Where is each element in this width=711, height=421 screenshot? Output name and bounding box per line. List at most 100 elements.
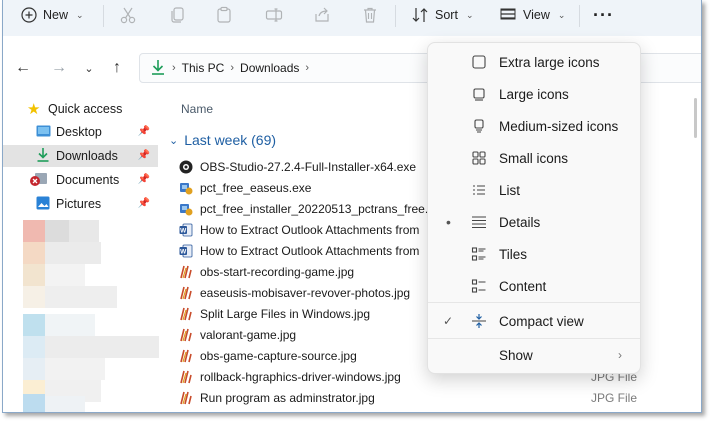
menu-item-extra-large-icons[interactable]: Extra large icons — [428, 46, 640, 78]
file-row[interactable]: W How to Extract Outlook Attachments from — [179, 219, 419, 240]
menu-item-tiles[interactable]: Tiles — [428, 238, 640, 270]
menu-item-label: Medium-sized icons — [499, 118, 619, 134]
large-icons-icon — [470, 85, 488, 103]
see-more-button[interactable]: ··· — [593, 0, 614, 30]
file-name: easeusis-mobisaver-revover-photos.jpg — [200, 285, 411, 300]
file-name: obs-game-capture-source.jpg — [200, 348, 357, 363]
view-lines-icon — [499, 6, 517, 24]
sort-button[interactable]: Sort ⌄ — [411, 0, 473, 30]
breadcrumb-chevron-icon: › — [172, 62, 176, 74]
sidebar-item-desktop[interactable]: Desktop 📌 — [3, 121, 158, 143]
sidebar-item-documents[interactable]: Documents 📌 — [3, 169, 158, 191]
menu-item-label: Extra large icons — [499, 54, 600, 70]
svg-text:W: W — [180, 248, 187, 255]
image-icon — [179, 349, 193, 363]
up-button[interactable]: ↑ — [107, 58, 127, 78]
view-button-label: View — [523, 8, 550, 22]
sidebar-item-label: Pictures — [56, 197, 102, 211]
breadcrumb-chevron-icon: › — [305, 62, 310, 74]
sidebar-item-downloads[interactable]: Downloads 📌 — [3, 145, 158, 167]
rename-icon — [265, 6, 283, 24]
share-icon — [313, 6, 331, 24]
file-row[interactable]: Split Large Files in Windows.jpg — [179, 303, 370, 324]
share-button[interactable] — [313, 0, 331, 30]
menu-item-list[interactable]: List — [428, 174, 640, 206]
copy-button[interactable] — [169, 0, 187, 30]
plus-circle-icon — [21, 7, 37, 23]
file-row[interactable]: easeusis-mobisaver-revover-photos.jpg — [179, 282, 410, 303]
column-header-name[interactable]: Name — [181, 102, 213, 116]
installer-icon — [179, 181, 193, 195]
arrow-right-icon: → — [51, 59, 67, 76]
installer-icon — [179, 202, 193, 216]
group-header[interactable]: ⌄ Last week (69) — [169, 132, 276, 148]
delete-button[interactable] — [361, 0, 379, 30]
scissors-icon — [119, 6, 137, 24]
sidebar-item-pictures[interactable]: Pictures 📌 — [3, 193, 158, 215]
new-button-label: New — [43, 8, 69, 22]
vertical-scrollbar[interactable] — [694, 98, 697, 138]
sidebar-item-quick-access[interactable]: ★ Quick access — [3, 98, 158, 120]
compact-view-icon — [470, 312, 488, 330]
chevron-down-icon: ⌄ — [169, 134, 179, 147]
cut-button[interactable] — [119, 0, 137, 30]
file-name: obs-start-recording-game.jpg — [200, 264, 355, 279]
breadcrumb-this-pc[interactable]: This PC — [182, 61, 225, 75]
menu-item-label: Details — [499, 214, 541, 230]
paste-button[interactable] — [215, 0, 233, 30]
toolbar-divider — [395, 5, 396, 27]
file-row[interactable]: obs-game-capture-source.jpg — [179, 345, 357, 366]
view-menu: Extra large icons Large icons Medium-sized… — [427, 42, 641, 374]
sort-button-label: Sort — [435, 8, 458, 22]
chevron-down-icon: ⌄ — [76, 9, 84, 20]
toolbar-divider — [579, 5, 580, 27]
file-row[interactable]: obs-start-recording-game.jpg — [179, 261, 354, 282]
menu-item-large-icons[interactable]: Large icons — [428, 78, 640, 110]
back-button[interactable]: ← — [13, 58, 33, 78]
documents-error-icon — [29, 171, 49, 190]
file-name: How to Extract Outlook Attachments from — [200, 222, 420, 237]
sidebar-item-label: Quick access — [48, 102, 123, 116]
file-name: Run program as adminstrator.jpg — [200, 390, 375, 405]
pin-icon: 📌 — [137, 174, 150, 185]
toolbar-divider — [103, 5, 104, 27]
image-icon — [179, 265, 193, 279]
list-icon — [470, 181, 488, 199]
rename-button[interactable] — [265, 0, 283, 30]
download-arrow-icon — [150, 58, 166, 79]
chevron-right-icon: › — [618, 348, 622, 362]
navigation-pane: ★ Quick access Desktop 📌 Downloads 📌 Doc… — [3, 98, 161, 412]
recent-locations-button[interactable]: ⌄ — [79, 58, 99, 78]
forward-button[interactable]: → — [49, 58, 69, 78]
chevron-down-icon: ⌄ — [465, 9, 474, 20]
menu-item-medium-sized-icons[interactable]: Medium-sized icons — [428, 110, 640, 142]
file-row[interactable]: rollback-hgraphics-driver-windows.jpg — [179, 366, 401, 387]
menu-item-details[interactable]: • Details — [428, 206, 640, 238]
content-icon — [470, 277, 488, 295]
file-row[interactable]: valorant-game.jpg — [179, 324, 296, 345]
menu-item-compact-view[interactable]: ✓ Compact view — [428, 305, 640, 337]
file-row[interactable]: Run program as adminstrator.jpg — [179, 387, 375, 408]
small-icons-icon — [470, 149, 488, 167]
menu-item-small-icons[interactable]: Small icons — [428, 142, 640, 174]
file-row[interactable]: pct_free_installer_20220513_pctrans_free… — [179, 198, 439, 219]
sidebar-item-label: Desktop — [56, 125, 102, 139]
breadcrumb-chevron-icon: › — [230, 62, 235, 74]
file-row[interactable]: pct_free_easeus.exe — [179, 177, 311, 198]
breadcrumb-downloads[interactable]: Downloads — [240, 61, 299, 75]
chevron-down-icon: ⌄ — [84, 62, 94, 75]
file-type: JPG File — [591, 390, 638, 405]
pictures-icon — [36, 196, 50, 213]
file-row[interactable]: W How to Extract Outlook Attachments from — [179, 240, 419, 261]
view-button[interactable]: View ⌄ — [499, 0, 565, 30]
menu-item-content[interactable]: Content — [428, 270, 640, 302]
file-name: pct_free_installer_20220513_pctrans_free… — [200, 201, 439, 216]
arrow-left-icon: ← — [15, 59, 31, 76]
word-icon: W — [179, 223, 193, 237]
file-row[interactable]: OBS-Studio-27.2.4-Full-Installer-x64.exe — [179, 156, 416, 177]
image-icon — [179, 286, 193, 300]
file-name: How to Extract Outlook Attachments from — [200, 243, 420, 258]
new-button[interactable]: New ⌄ — [21, 0, 84, 30]
menu-item-label: Tiles — [499, 246, 528, 262]
menu-item-show[interactable]: Show › — [428, 339, 640, 371]
